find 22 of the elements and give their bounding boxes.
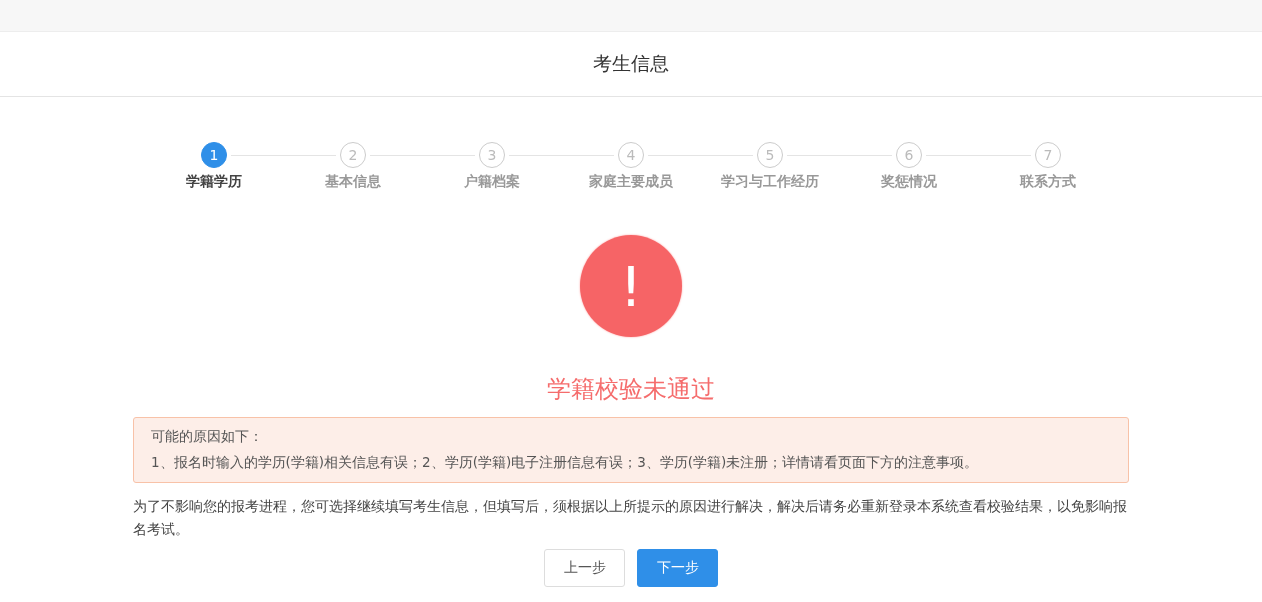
step-number[interactable]: 1 xyxy=(201,142,227,168)
step-number[interactable]: 2 xyxy=(340,142,366,168)
step-number[interactable]: 7 xyxy=(1035,142,1061,168)
notice-text: 为了不影响您的报考进程，您可选择继续填写考生信息，但填写后，须根据以上所提示的原因进行解决，解决后请务必重新登录本系统查看校验结果，以免影响报名考试。 xyxy=(133,497,1128,539)
step-number[interactable]: 6 xyxy=(896,142,922,168)
step-number[interactable]: 5 xyxy=(757,142,783,168)
alert-text: 1、报名时输入的学历(学籍)相关信息有误；2、学历(学籍)电子注册信息有误；3、学历(学籍)未注册；详情请看页面下方的注意事项。 xyxy=(151,454,980,472)
step-label: 学籍学历 xyxy=(186,173,242,191)
step-label: 学习与工作经历 xyxy=(721,173,819,191)
step-label: 家庭主要成员 xyxy=(589,173,673,191)
step-label: 联系方式 xyxy=(1020,173,1076,191)
step-label: 奖惩情况 xyxy=(881,173,937,191)
warning-icon: ! xyxy=(580,235,682,337)
page-title: 考生信息 xyxy=(593,51,669,76)
alert-heading: 可能的原因如下： xyxy=(151,428,264,446)
result-title: 学籍校验未通过 xyxy=(547,374,715,405)
step-number[interactable]: 3 xyxy=(479,142,505,168)
step-label: 基本信息 xyxy=(325,173,381,191)
previous-button[interactable]: 上一步 xyxy=(544,549,625,587)
step-label: 户籍档案 xyxy=(464,173,520,191)
next-button[interactable]: 下一步 xyxy=(637,549,718,587)
step-number[interactable]: 4 xyxy=(618,142,644,168)
